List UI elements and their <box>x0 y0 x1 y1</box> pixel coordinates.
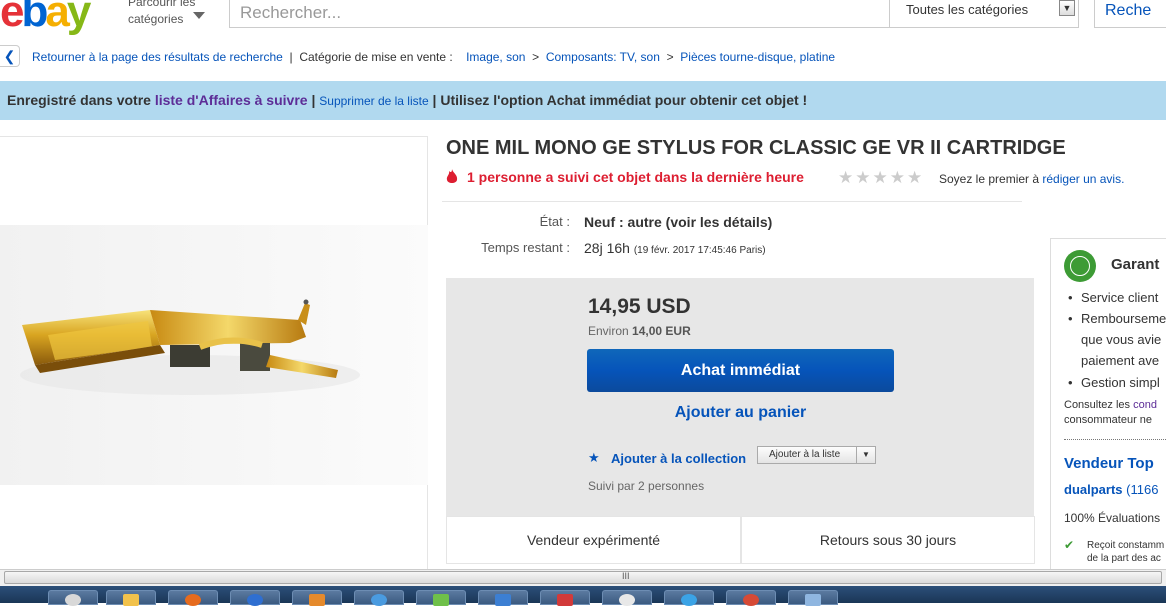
review-prompt: Soyez le premier à rédiger un avis. <box>939 172 1124 186</box>
returns-badge: Retours sous 30 jours <box>741 516 1035 564</box>
app-icon <box>433 594 449 606</box>
star-icon: ★ <box>588 450 600 465</box>
top-seller-link[interactable]: Vendeur Top <box>1064 455 1154 472</box>
firefox-icon <box>185 594 201 606</box>
price: 14,95 USD <box>588 295 691 318</box>
seller-name[interactable]: dualparts (1166 <box>1064 482 1158 497</box>
category-select[interactable]: Toutes les catégories <box>889 0 1079 28</box>
checkmark-icon: ✔ <box>1064 538 1075 552</box>
review-prefix: Soyez le premier à <box>939 172 1040 186</box>
consult-text: Consultez les cond consommateur ne <box>1064 398 1157 428</box>
guarantee-item-refund: Rembourseme <box>1081 311 1166 326</box>
write-review-link[interactable]: rédiger un avis. <box>1042 172 1124 186</box>
app-icon <box>309 594 325 606</box>
handshake-icon <box>1064 250 1096 282</box>
app-icon <box>557 594 573 606</box>
stylus-image <box>20 299 360 395</box>
bullet-dot: • <box>1068 311 1073 326</box>
dropdown-arrow-icon[interactable]: ▼ <box>1059 0 1075 16</box>
app-icon <box>619 594 635 606</box>
buy-now-button[interactable]: Achat immédiat <box>587 349 894 392</box>
search-button[interactable]: Reche <box>1094 0 1166 28</box>
category-label: Catégorie de mise en vente : <box>299 50 453 64</box>
product-image[interactable] <box>0 225 428 485</box>
condition-label: État : <box>539 214 570 229</box>
bullet-dot: • <box>1068 290 1073 305</box>
followers-count: Suivi par 2 personnes <box>588 479 705 493</box>
guarantee-item-refund-2: que vous avie <box>1081 332 1162 347</box>
dropdown-arrow-icon[interactable]: ▼ <box>856 447 875 463</box>
banner-prefix: Enregistré dans votre <box>7 92 151 108</box>
add-to-collection-link[interactable]: Ajouter à la collection <box>611 451 746 466</box>
guarantee-title: Garant <box>1111 256 1160 273</box>
end-date: (19 févr. 2017 17:45:46 Paris) <box>633 245 766 256</box>
app-icon <box>495 594 511 606</box>
condition-value[interactable]: Neuf : autre (voir les détails) <box>584 214 772 230</box>
guarantee-item-refund-3: paiement ave <box>1081 353 1160 368</box>
breadcrumb-item-composants[interactable]: Composants: TV, son <box>546 50 660 64</box>
app-icon <box>805 594 821 606</box>
ebay-logo[interactable]: ebay <box>0 0 120 36</box>
item-title: ONE MIL MONO GE STYLUS FOR CLASSIC GE VR… <box>446 137 1066 159</box>
ie-icon <box>681 594 697 606</box>
scrollbar-grip[interactable]: III <box>622 571 630 581</box>
remove-from-list-link[interactable]: Supprimer de la liste <box>319 94 428 108</box>
divider <box>442 201 1022 202</box>
receive-text: Reçoit constamm de la part des ac <box>1087 539 1164 565</box>
watchlist-link[interactable]: liste d'Affaires à suivre <box>155 92 308 108</box>
approx-prefix: Environ <box>588 324 629 338</box>
time-remaining: 28j 16h <box>584 240 630 256</box>
evaluations: 100% Évaluations <box>1064 511 1161 525</box>
add-to-list-label[interactable]: Ajouter à la liste <box>769 449 840 460</box>
guarantee-item-management: Gestion simpl <box>1081 375 1160 390</box>
banner-message: Utilisez l'option Achat immédiat pour ob… <box>440 92 808 108</box>
conditions-link[interactable]: cond <box>1133 399 1157 411</box>
back-arrow-icon[interactable]: ❮ <box>0 45 20 67</box>
scrollbar-thumb[interactable] <box>4 571 1162 584</box>
divider <box>1064 439 1166 440</box>
app-icon <box>371 594 387 606</box>
search-input[interactable]: Rechercher... <box>229 0 889 28</box>
seller-name-link[interactable]: dualparts <box>1064 482 1123 497</box>
seller-feedback-count[interactable]: (1166 <box>1126 482 1158 497</box>
consult-prefix: Consultez les <box>1064 399 1131 411</box>
rating-stars[interactable]: ★★★★★ <box>838 168 924 188</box>
clock-icon <box>65 594 81 606</box>
buy-box <box>446 278 1034 516</box>
time-left-label: Temps restant : <box>481 240 570 255</box>
experienced-seller-badge: Vendeur expérimenté <box>446 516 741 564</box>
breadcrumb-item-pieces[interactable]: Pièces tourne-disque, platine <box>680 50 835 64</box>
back-to-results-link[interactable]: Retourner à la page des résultats de rec… <box>32 50 283 64</box>
receive-line1: Reçoit constamm <box>1087 540 1165 551</box>
breadcrumb: Retourner à la page des résultats de rec… <box>32 50 836 64</box>
guarantee-item-service: Service client <box>1081 290 1159 305</box>
app-icon <box>247 594 263 606</box>
add-to-cart-link[interactable]: Ajouter au panier <box>587 404 894 422</box>
approx-value: 14,00 EUR <box>632 324 691 338</box>
approx-price: Environ 14,00 EUR <box>588 324 691 338</box>
bullet-dot: • <box>1068 375 1073 390</box>
add-to-list-dropdown[interactable]: Ajouter à la liste ▼ <box>757 446 876 464</box>
breadcrumb-item-image-son[interactable]: Image, son <box>466 50 525 64</box>
flame-icon <box>446 169 458 183</box>
chevron-down-icon[interactable] <box>193 12 205 19</box>
consult-line2: consommateur ne <box>1064 414 1153 426</box>
time-left-value: 28j 16h (19 févr. 2017 17:45:46 Paris) <box>584 240 766 256</box>
receive-line2: de la part des ac <box>1087 553 1161 564</box>
chrome-icon <box>743 594 759 606</box>
watchlist-banner: Enregistré dans votre liste d'Affaires à… <box>0 81 1166 120</box>
folder-icon <box>123 594 139 606</box>
watchers-hot-text: 1 personne a suivi cet objet dans la der… <box>467 169 804 185</box>
